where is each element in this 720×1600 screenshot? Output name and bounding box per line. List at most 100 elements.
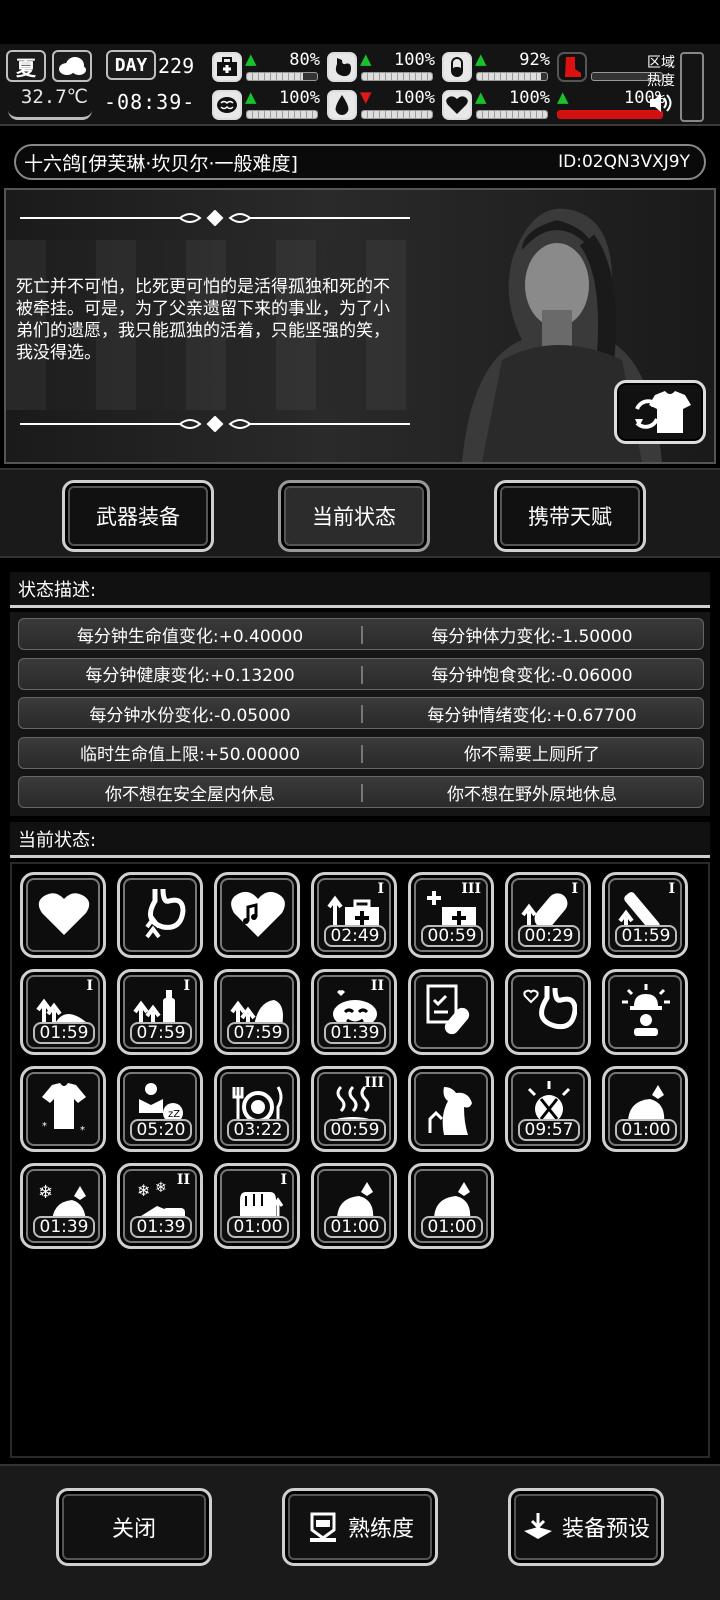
status-desc-cell: 每分钟体力变化:-1.50000: [431, 626, 633, 647]
svg-text:*: *: [42, 1121, 47, 1132]
current-status-title: 当前状态:: [10, 822, 710, 858]
proficiency-button-label: 熟练度: [347, 1517, 414, 1542]
status-effect-tile[interactable]: [408, 1066, 494, 1152]
status-effect-tile[interactable]: I 07:59: [117, 969, 203, 1055]
status-effect-tile[interactable]: ❄ ❄ II 01:39: [117, 1163, 203, 1249]
temperature-readout: 32.7℃: [8, 86, 92, 120]
status-desc-row: 每分钟水份变化:-0.05000 每分钟情绪变化:+0.67700: [18, 697, 704, 729]
status-desc-cell: 每分钟生命值变化:+0.40000: [76, 626, 304, 647]
status-effect-tile[interactable]: 09:57: [505, 1066, 591, 1152]
stomach-up-icon: [145, 888, 186, 939]
status-effect-tile[interactable]: I 02:49: [311, 872, 397, 958]
tab-talents[interactable]: 携带天赋: [494, 480, 646, 552]
status-effect-tile[interactable]: [117, 872, 203, 958]
status-desc-cell: 每分钟饱食变化:-0.06000: [431, 666, 633, 686]
status-desc-cell: 临时生命值上限:+50.00000: [79, 745, 301, 765]
effect-timer: 01:00: [324, 1216, 386, 1238]
effect-timer: 00:59: [324, 1119, 386, 1141]
svg-text:❄: ❄: [155, 1180, 167, 1196]
top-hud: 夏 32.7℃ DAY 229 -08:39- ▲ 80% ▲ 100% ▲ 92% ▲ 10…: [0, 44, 720, 126]
effect-timer: 01:39: [324, 1022, 386, 1044]
character-portrait-panel: 死亡并不可怕，比死更可怕的是活得孤独和死的不被牵挂。可是，为了父亲遗留下来的事业…: [4, 188, 716, 464]
hud-stat[interactable]: ▲ 100%: [212, 88, 324, 124]
status-effect-tile[interactable]: [602, 969, 688, 1055]
bottom-bar: 关闭 熟练度 装备预设: [0, 1464, 720, 1600]
svg-text:❄: ❄: [38, 1182, 53, 1203]
status-effect-tile[interactable]: [214, 872, 300, 958]
status-effect-tile[interactable]: [505, 969, 591, 1055]
svg-text:❄: ❄: [137, 1181, 150, 1200]
outfit-swap-button[interactable]: [614, 380, 706, 444]
music-heart-icon: [231, 891, 285, 937]
status-desc-cell: 每分钟情绪变化:+0.67700: [427, 705, 637, 726]
status-effect-tile[interactable]: I 01:00: [214, 1163, 300, 1249]
equipment-preset-button-label: 装备预设: [561, 1517, 650, 1542]
status-effect-tile[interactable]: 01:00: [408, 1163, 494, 1249]
effect-timer: 01:59: [615, 925, 677, 947]
effect-level: I: [86, 978, 93, 994]
stomach-heart-icon: [523, 986, 577, 1030]
effect-timer: 07:59: [227, 1022, 289, 1044]
status-effect-tile[interactable]: [408, 969, 494, 1055]
tab-current-status[interactable]: 当前状态: [278, 480, 430, 552]
effect-timer: 03:22: [227, 1119, 289, 1141]
effect-timer: 05:20: [130, 1119, 192, 1141]
speaker-icon[interactable]: [648, 92, 674, 118]
status-effect-tile[interactable]: III 00:59: [408, 872, 494, 958]
outfit-swap-icon: [635, 391, 691, 433]
hud-stat-value: 100%: [394, 50, 435, 70]
status-effect-tile[interactable]: 01:00: [311, 1163, 397, 1249]
row-separator: [361, 705, 363, 723]
shirt-icon: * *: [42, 1083, 86, 1135]
hud-stat-value: 100%: [394, 88, 435, 108]
alarm-person-icon: [622, 984, 670, 1036]
tab-weapons[interactable]: 武器装备: [62, 480, 214, 552]
row-separator: [361, 744, 363, 763]
effect-level: I: [377, 881, 384, 897]
hud-stat-bar: [476, 110, 548, 119]
arrow-up-icon: ▲: [245, 50, 257, 68]
status-effect-tile[interactable]: I 01:59: [602, 872, 688, 958]
hud-stat-bar: [361, 110, 433, 119]
status-desc-cell: 你不想在野外原地休息: [447, 784, 617, 805]
status-effect-tile[interactable]: [20, 872, 106, 958]
equipment-preset-button[interactable]: 装备预设: [508, 1488, 664, 1566]
character-quote: 死亡并不可怕，比死更可怕的是活得孤独和死的不被牵挂。可是，为了父亲遗留下来的事业…: [16, 277, 390, 363]
hud-stat[interactable]: ▲ 80%: [212, 50, 324, 86]
effect-level: I: [668, 881, 675, 897]
status-effect-tile[interactable]: II 01:39: [311, 969, 397, 1055]
effect-timer: 09:57: [518, 1119, 580, 1141]
season-indicator[interactable]: 夏: [6, 50, 46, 82]
close-button[interactable]: 关闭: [56, 1488, 212, 1566]
water-drop-icon: [327, 90, 357, 120]
row-separator: [361, 626, 363, 644]
status-effect-tile[interactable]: 07:59: [214, 969, 300, 1055]
status-desc-title: 状态描述:: [10, 572, 710, 608]
effect-timer: 00:29: [518, 925, 580, 947]
game-clock: -08:39-: [104, 90, 196, 114]
effect-level: III: [461, 881, 481, 897]
tab-bar: 武器装备 当前状态 携带天赋: [0, 468, 720, 558]
ornament-divider-top: [20, 210, 410, 226]
hud-stat-value: 100%: [509, 88, 550, 108]
hud-stat[interactable]: ▲ 92%: [442, 50, 554, 86]
effect-timer: 00:59: [421, 925, 483, 947]
status-effect-tile[interactable]: III 00:59: [311, 1066, 397, 1152]
hud-stat[interactable]: ▼ 100%: [327, 88, 439, 124]
status-effect-tile[interactable]: ❄ 01:39: [20, 1163, 106, 1249]
day-label: DAY: [106, 50, 156, 80]
status-effect-tile[interactable]: zZ 05:20: [117, 1066, 203, 1152]
weather-cloud-icon[interactable]: [52, 50, 92, 82]
proficiency-button[interactable]: 熟练度: [282, 1488, 438, 1566]
effect-level: I: [183, 978, 190, 994]
prescription-pill-icon: [426, 984, 470, 1035]
effect-timer: 01:39: [33, 1216, 95, 1238]
status-effect-tile[interactable]: I 01:59: [20, 969, 106, 1055]
status-effect-tile[interactable]: * *: [20, 1066, 106, 1152]
hud-stat[interactable]: ▲ 100%: [327, 50, 439, 86]
status-effect-tile[interactable]: 01:00: [602, 1066, 688, 1152]
hud-stat-value: 100%: [279, 88, 320, 108]
status-effect-tile[interactable]: I 00:29: [505, 872, 591, 958]
hud-stat[interactable]: ▲ 100%: [442, 88, 554, 124]
status-effect-tile[interactable]: 03:22: [214, 1066, 300, 1152]
